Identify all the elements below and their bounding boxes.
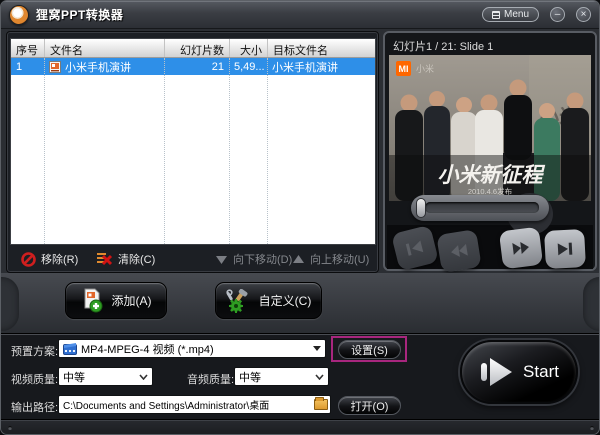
move-up-button[interactable]: 向上移动(U) bbox=[292, 250, 369, 268]
move-up-label: 向上移动(U) bbox=[310, 251, 369, 267]
preset-dropdown[interactable]: MP4-MPEG-4 视频 (*.mp4) bbox=[58, 339, 326, 358]
settings-button[interactable]: 设置(S) bbox=[338, 340, 401, 359]
seek-thumb[interactable] bbox=[416, 198, 426, 218]
audio-quality-label: 音频质量: bbox=[187, 371, 234, 387]
output-path-input[interactable] bbox=[58, 395, 331, 414]
audio-quality-dropdown[interactable]: 中等 bbox=[234, 367, 329, 386]
move-down-label: 向下移动(D) bbox=[233, 251, 292, 267]
menu-button-label: Menu bbox=[504, 9, 529, 20]
preview-panel: 幻灯片1 / 21: Slide 1 小米 bbox=[383, 31, 597, 271]
move-up-icon bbox=[292, 254, 305, 265]
file-table-header: 序号 文件名 幻灯片数 大小 目标文件名 bbox=[11, 39, 375, 58]
window-title: 狸窝PPT转换器 bbox=[36, 6, 123, 23]
row-index: 1 bbox=[11, 61, 44, 73]
customize-button-label: 自定义(C) bbox=[259, 292, 312, 309]
customize-button[interactable]: 自定义(C) bbox=[215, 282, 322, 319]
add-button-label: 添加(A) bbox=[112, 292, 152, 309]
title-bar: 狸窝PPT转换器 Menu – × bbox=[1, 1, 599, 29]
output-path-label: 输出路径: bbox=[11, 399, 58, 415]
start-button[interactable]: Start bbox=[460, 340, 578, 404]
row-filename-cell: 小米手机演讲 bbox=[44, 59, 164, 75]
video-format-icon bbox=[63, 342, 77, 355]
remove-label: 移除(R) bbox=[41, 251, 78, 267]
column-header-filename: 文件名 bbox=[44, 39, 164, 57]
app-window: 狸窝PPT转换器 Menu – × 序号 文件名 幻灯片数 大小 目标文件名 1 bbox=[0, 0, 600, 435]
file-table: 序号 文件名 幻灯片数 大小 目标文件名 1 小米手机演讲 21 bbox=[10, 38, 376, 245]
move-down-button[interactable]: 向下移动(D) bbox=[215, 250, 292, 268]
column-header-index: 序号 bbox=[11, 39, 44, 57]
next-button[interactable] bbox=[499, 227, 543, 270]
close-button[interactable]: × bbox=[576, 7, 591, 22]
skip-start-icon bbox=[405, 239, 426, 257]
clear-icon bbox=[97, 252, 113, 266]
rewind-icon bbox=[449, 243, 469, 260]
column-header-size: 大小 bbox=[229, 39, 267, 57]
skip-end-button[interactable] bbox=[544, 229, 586, 269]
start-button-label: Start bbox=[523, 362, 559, 382]
clear-label: 清除(C) bbox=[118, 251, 155, 267]
add-ppt-icon bbox=[81, 288, 103, 313]
remove-button[interactable]: 移除(R) bbox=[21, 250, 78, 268]
photo-brand-text: 小米 bbox=[416, 63, 434, 74]
row-slide-count: 21 bbox=[164, 61, 229, 73]
fast-forward-icon bbox=[511, 240, 531, 256]
column-divider bbox=[267, 58, 268, 244]
column-divider bbox=[164, 58, 165, 244]
table-row[interactable]: 1 小米手机演讲 21 5,49... 小米手机演讲 bbox=[11, 58, 375, 75]
grip-dot bbox=[8, 426, 12, 430]
right-edge-decoration bbox=[583, 277, 600, 331]
chevron-down-icon bbox=[139, 374, 148, 380]
preset-label: 预置方案: bbox=[11, 343, 58, 359]
add-button[interactable]: 添加(A) bbox=[65, 282, 167, 319]
menu-icon bbox=[492, 11, 500, 19]
row-target-filename: 小米手机演讲 bbox=[267, 59, 375, 75]
seek-track[interactable] bbox=[425, 202, 539, 213]
start-play-icon bbox=[479, 355, 515, 389]
slide-label: 幻灯片1 / 21: Slide 1 bbox=[393, 38, 493, 54]
folder-icon[interactable] bbox=[314, 399, 328, 410]
column-divider bbox=[229, 58, 230, 244]
grip-dot bbox=[590, 426, 594, 430]
skip-end-icon bbox=[556, 242, 575, 257]
video-quality-label: 视频质量: bbox=[11, 371, 58, 387]
mi-logo-text: MI bbox=[399, 64, 409, 74]
audio-quality-value: 中等 bbox=[239, 369, 311, 385]
photo-slogan-text: 小米新征程 bbox=[438, 163, 546, 187]
app-logo-icon bbox=[9, 5, 29, 25]
row-filename: 小米手机演讲 bbox=[65, 59, 131, 75]
minimize-button[interactable]: – bbox=[550, 7, 565, 22]
open-button[interactable]: 打开(O) bbox=[338, 396, 401, 415]
remove-icon bbox=[21, 252, 36, 267]
customize-icon bbox=[226, 289, 250, 313]
menu-button[interactable]: Menu bbox=[482, 7, 539, 22]
row-size: 5,49... bbox=[229, 61, 267, 73]
ppt-file-icon bbox=[49, 61, 61, 73]
column-divider bbox=[44, 58, 45, 244]
video-quality-dropdown[interactable]: 中等 bbox=[58, 367, 153, 386]
previous-button[interactable] bbox=[436, 229, 481, 273]
slide-preview-image: 小米 MI 小米 小米新征程 20 bbox=[389, 55, 591, 201]
clear-button[interactable]: 清除(C) bbox=[97, 250, 155, 268]
status-strip bbox=[1, 419, 600, 435]
column-header-target: 目标文件名 bbox=[267, 39, 375, 57]
chevron-down-icon bbox=[315, 374, 324, 380]
dropdown-arrow-icon bbox=[313, 346, 321, 351]
move-down-icon bbox=[215, 254, 228, 265]
preview-photo: 小米 MI 小米 小米新征程 20 bbox=[389, 55, 591, 201]
left-edge-decoration bbox=[0, 277, 19, 331]
video-quality-value: 中等 bbox=[63, 369, 135, 385]
file-list-group: 序号 文件名 幻灯片数 大小 目标文件名 1 小米手机演讲 21 bbox=[6, 31, 379, 273]
preset-value: MP4-MPEG-4 视频 (*.mp4) bbox=[81, 341, 309, 357]
column-header-slidecount: 幻灯片数 bbox=[164, 39, 229, 57]
